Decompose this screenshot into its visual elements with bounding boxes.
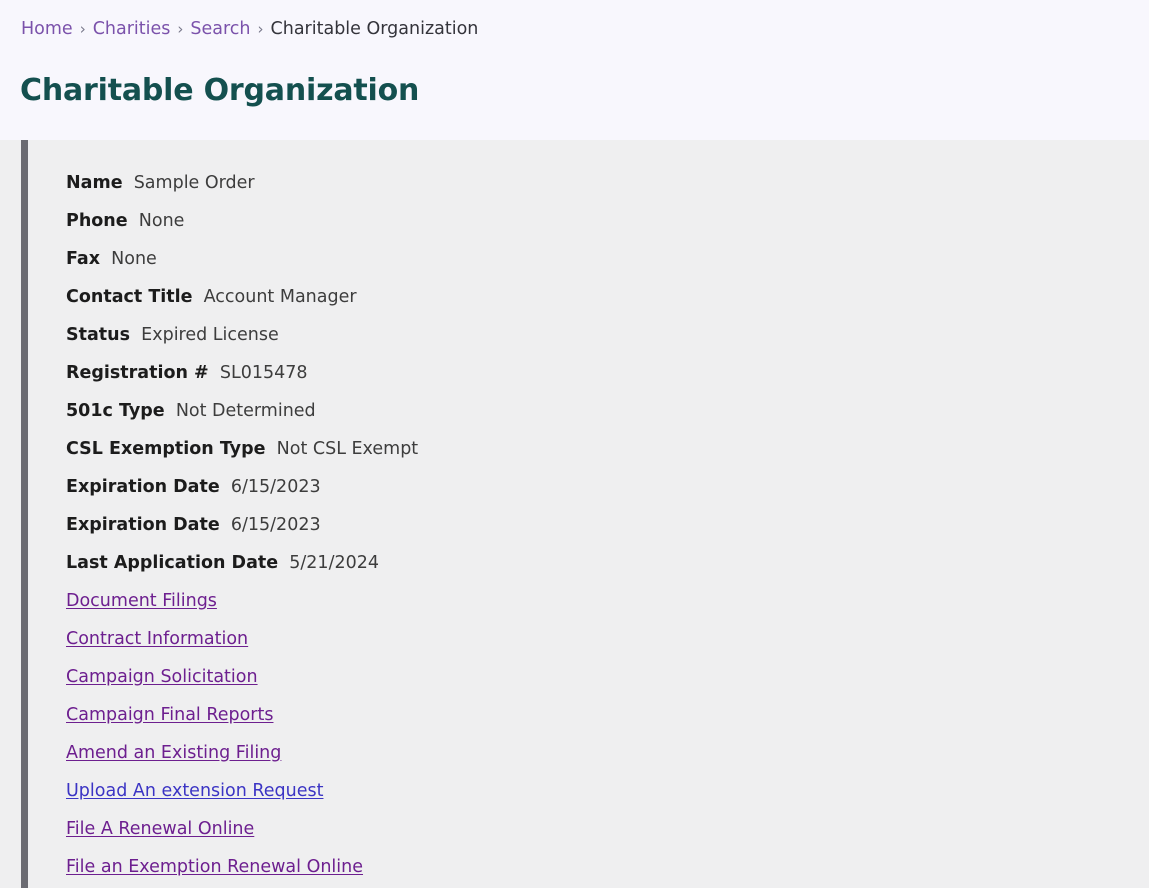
detail-field-label: Expiration Date	[66, 515, 220, 535]
detail-field-label: Registration #	[66, 363, 209, 383]
detail-field-row: Name Sample Order	[66, 164, 1149, 202]
detail-field-label: Status	[66, 325, 131, 345]
detail-field-row: Contact Title Account Manager	[66, 278, 1149, 316]
breadcrumb-separator-icon: ›	[177, 20, 184, 38]
detail-field-row: 501c Type Not Determined	[66, 392, 1149, 430]
detail-link-row: File A Renewal Online	[66, 810, 1149, 848]
detail-field-value: Sample Order	[133, 173, 255, 193]
detail-field-label: Name	[66, 173, 123, 193]
detail-link-row: File an Exemption Renewal Online	[66, 848, 1149, 886]
detail-field-label: Contact Title	[66, 287, 193, 307]
detail-field-label: 501c Type	[66, 401, 165, 421]
detail-link-row: Campaign Final Reports	[66, 696, 1149, 734]
detail-link-file-a-renewal-online[interactable]: File A Renewal Online	[66, 819, 254, 839]
detail-field-row: Fax None	[66, 240, 1149, 278]
detail-field-value: Expired License	[141, 325, 279, 345]
detail-link-row: Amend an Existing Filing	[66, 734, 1149, 772]
breadcrumb-link-charities[interactable]: Charities	[93, 19, 171, 39]
detail-field-row: CSL Exemption Type Not CSL Exempt	[66, 430, 1149, 468]
detail-field-row: Expiration Date 6/15/2023	[66, 468, 1149, 506]
detail-field-value: Account Manager	[203, 287, 357, 307]
detail-field-value: None	[138, 211, 185, 231]
detail-field-label: Expiration Date	[66, 477, 220, 497]
detail-link-upload-an-extension-request[interactable]: Upload An extension Request	[66, 781, 323, 801]
detail-link-row: Campaign Solicitation	[66, 658, 1149, 696]
detail-field-value: Not Determined	[175, 401, 316, 421]
detail-field-label: Fax	[66, 249, 101, 269]
breadcrumb-current-page: Charitable Organization	[270, 19, 479, 39]
breadcrumb-separator-icon: ›	[79, 20, 86, 38]
detail-field-row: Registration # SL015478	[66, 354, 1149, 392]
detail-link-row: Contract Information	[66, 620, 1149, 658]
detail-field-row: Last Application Date 5/21/2024	[66, 544, 1149, 582]
breadcrumb-separator-icon: ›	[257, 20, 264, 38]
detail-field-value: SL015478	[219, 363, 308, 383]
charitable-organization-detail-panel: Name Sample Order Phone None Fax None Conta…	[0, 140, 1149, 888]
detail-field-value: 5/21/2024	[289, 553, 379, 573]
detail-field-label: Last Application Date	[66, 553, 279, 573]
detail-field-row: Status Expired License	[66, 316, 1149, 354]
breadcrumb-link-search[interactable]: Search	[190, 19, 250, 39]
detail-link-file-an-exemption-renewal-online[interactable]: File an Exemption Renewal Online	[66, 857, 363, 877]
detail-link-campaign-solicitation[interactable]: Campaign Solicitation	[66, 667, 258, 687]
detail-field-row: Expiration Date 6/15/2023	[66, 506, 1149, 544]
detail-field-value: 6/15/2023	[230, 477, 321, 497]
detail-link-row: Upload An extension Request	[66, 772, 1149, 810]
detail-field-row: Phone None	[66, 202, 1149, 240]
detail-link-amend-an-existing-filing[interactable]: Amend an Existing Filing	[66, 743, 281, 763]
detail-field-value: None	[111, 249, 157, 269]
detail-link-campaign-final-reports[interactable]: Campaign Final Reports	[66, 705, 273, 725]
detail-fields-list: Name Sample Order Phone None Fax None Conta…	[66, 164, 1149, 886]
detail-link-contract-information[interactable]: Contract Information	[66, 629, 248, 649]
detail-link-row: Document Filings	[66, 582, 1149, 620]
detail-field-value: 6/15/2023	[230, 515, 321, 535]
page-title: Charitable Organization	[20, 73, 420, 108]
breadcrumb-link-home[interactable]: Home	[21, 19, 73, 39]
breadcrumb: Home › Charities › Search › Charitable Organiz…	[21, 16, 478, 42]
detail-field-label: CSL Exemption Type	[66, 439, 266, 459]
detail-field-label: Phone	[66, 211, 128, 231]
panel-accent-bar	[21, 140, 28, 888]
detail-field-value: Not CSL Exempt	[276, 439, 419, 459]
detail-link-document-filings[interactable]: Document Filings	[66, 591, 217, 611]
